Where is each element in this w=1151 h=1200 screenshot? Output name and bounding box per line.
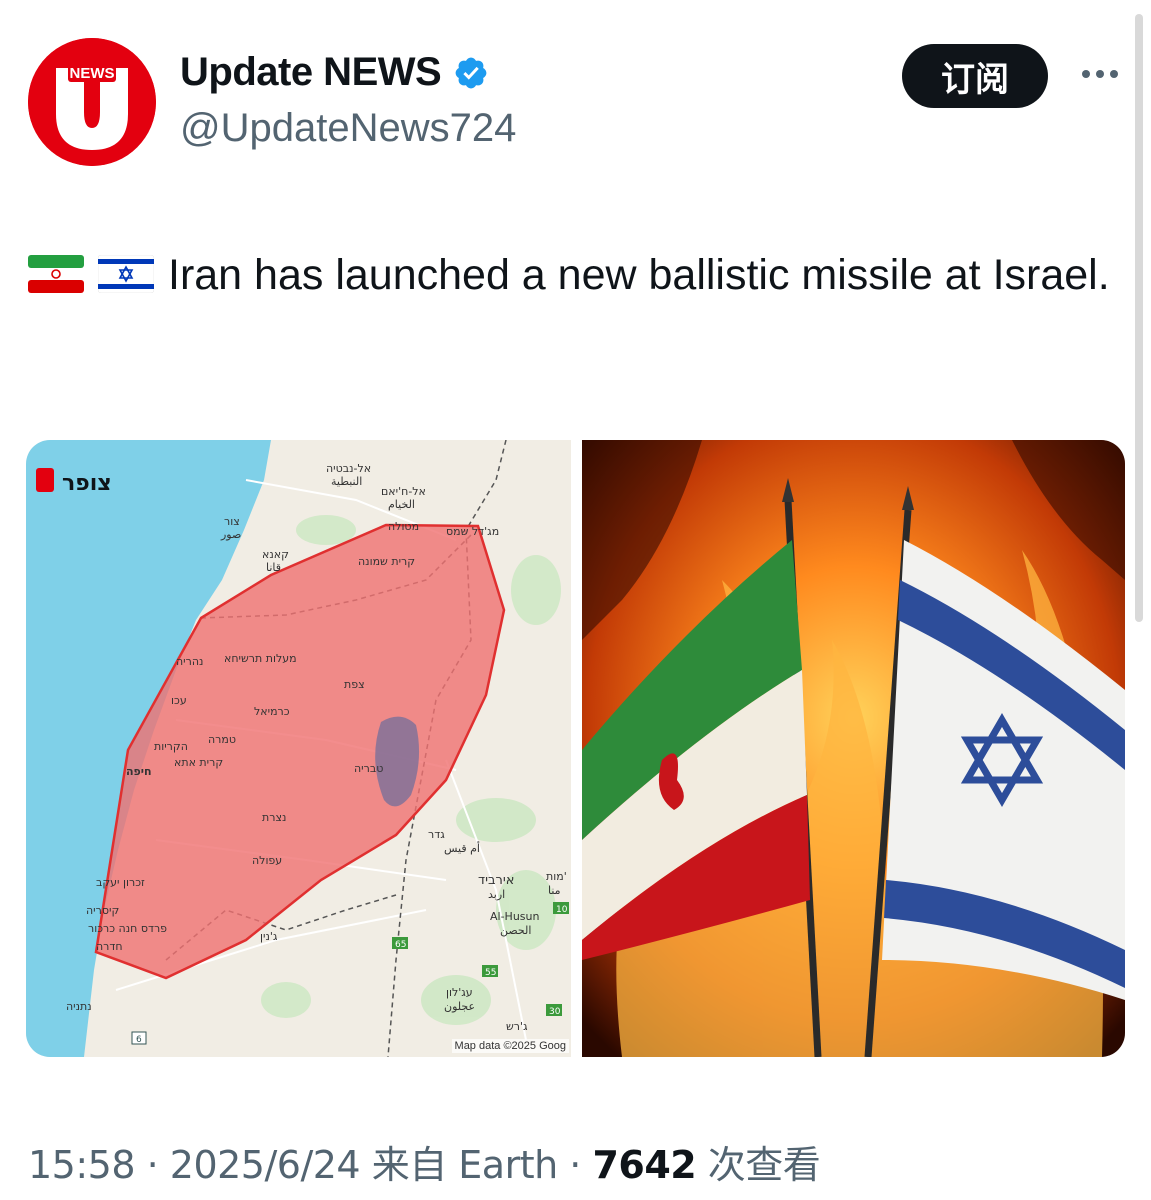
map-label: חיפה — [126, 765, 152, 778]
map-label: צפת — [344, 678, 365, 691]
road-shield-label: 30 — [549, 1007, 561, 1017]
display-name[interactable]: Update NEWS — [180, 50, 442, 95]
meta-separator: · — [557, 1143, 593, 1187]
map-label: טבריה — [354, 762, 383, 775]
road-shield-label: 55 — [485, 968, 496, 978]
views-suffix: 次查看 — [696, 1143, 821, 1187]
map-label: אירביד — [478, 873, 514, 888]
verified-badge-icon — [455, 57, 487, 88]
map-label: اربد — [488, 888, 505, 901]
more-horizontal-icon[interactable] — [1074, 56, 1126, 92]
map-label: عجلون — [444, 1000, 475, 1013]
avatar[interactable]: NEWS — [28, 38, 156, 166]
map-label: קרית אתא — [174, 756, 223, 769]
map-label: גדר — [428, 828, 445, 841]
meta-separator: · — [135, 1143, 170, 1187]
map-label: עכו — [171, 694, 187, 707]
map-label: אל-נבטיה — [326, 462, 371, 475]
alert-map-image[interactable]: צופר אל-נבטיה النبطية אל-ח'יאם الخيام צו… — [26, 440, 571, 1057]
map-attribution: Map data ©2025 Goog — [451, 1039, 569, 1053]
map-label: פרדס חנה כרכור — [88, 922, 167, 935]
tweet-body: Iran has launched a new ballistic missil… — [168, 251, 1110, 299]
alert-label: צופר — [62, 471, 112, 496]
map-label: זכרון יעקב — [96, 876, 145, 889]
map-label: עפולה — [252, 854, 282, 867]
map-label: قانا — [266, 561, 281, 574]
view-count[interactable]: 7642 — [592, 1143, 696, 1187]
map-label: הקריות — [154, 740, 188, 753]
map-label: الحصن — [500, 924, 531, 937]
tweet-text: Iran has launched a new ballistic missil… — [28, 244, 1128, 306]
alert-marker-icon — [36, 468, 54, 492]
user-handle[interactable]: @UpdateNews724 — [180, 106, 516, 151]
map-label: קרית שמונה — [358, 555, 415, 568]
map-label: أم قيس — [444, 841, 480, 855]
map-label: קיסריה — [86, 904, 119, 917]
source-prefix: 来自 — [360, 1143, 459, 1187]
map-label: עג'לון — [446, 986, 473, 999]
map-label: צור — [224, 515, 240, 528]
map-label: מטולה — [388, 520, 419, 533]
map-label: קאנא — [262, 548, 289, 561]
subscribe-button[interactable]: 订阅 — [902, 44, 1048, 108]
map-label: נצרת — [262, 811, 286, 824]
iran-flag-icon — [28, 254, 84, 293]
tweet-time[interactable]: 15:58 — [28, 1143, 136, 1187]
israel-flag-icon — [98, 254, 154, 293]
map-label: الخيام — [388, 498, 415, 511]
map-label: منا — [548, 884, 561, 897]
scrollbar[interactable] — [1135, 14, 1143, 622]
map-label: נתניה — [66, 1000, 92, 1013]
avatar-news-text: NEWS — [70, 65, 115, 82]
map-label: אל-ח'יאם — [381, 485, 426, 498]
map-label: כרמיאל — [254, 705, 290, 718]
road-shield-label: 6 — [136, 1035, 142, 1045]
flags-fire-image[interactable] — [582, 440, 1125, 1057]
map-label: מג'דל שמס — [446, 525, 499, 538]
road-shield-label: 10 — [556, 905, 568, 915]
map-label: מעלות תרשיחא — [224, 652, 297, 665]
map-label: ג'רש — [506, 1020, 528, 1033]
tweet-meta: 15:58 · 2025/6/24 来自 Earth · 7642 次查看 — [28, 1134, 821, 1189]
map-label: חדרה — [96, 940, 123, 953]
map-label: صور — [220, 528, 241, 541]
map-label: מות' — [546, 870, 567, 883]
map-label: נהריה — [176, 655, 203, 668]
map-label: النبطية — [331, 475, 362, 488]
map-label: ג'נין — [260, 930, 278, 943]
map-label: טמרה — [208, 733, 236, 746]
road-shield-label: 65 — [395, 940, 406, 950]
tweet-source: Earth — [458, 1143, 558, 1187]
tweet-date[interactable]: 2025/6/24 — [170, 1143, 361, 1187]
map-label: Al-Husun — [490, 910, 539, 923]
